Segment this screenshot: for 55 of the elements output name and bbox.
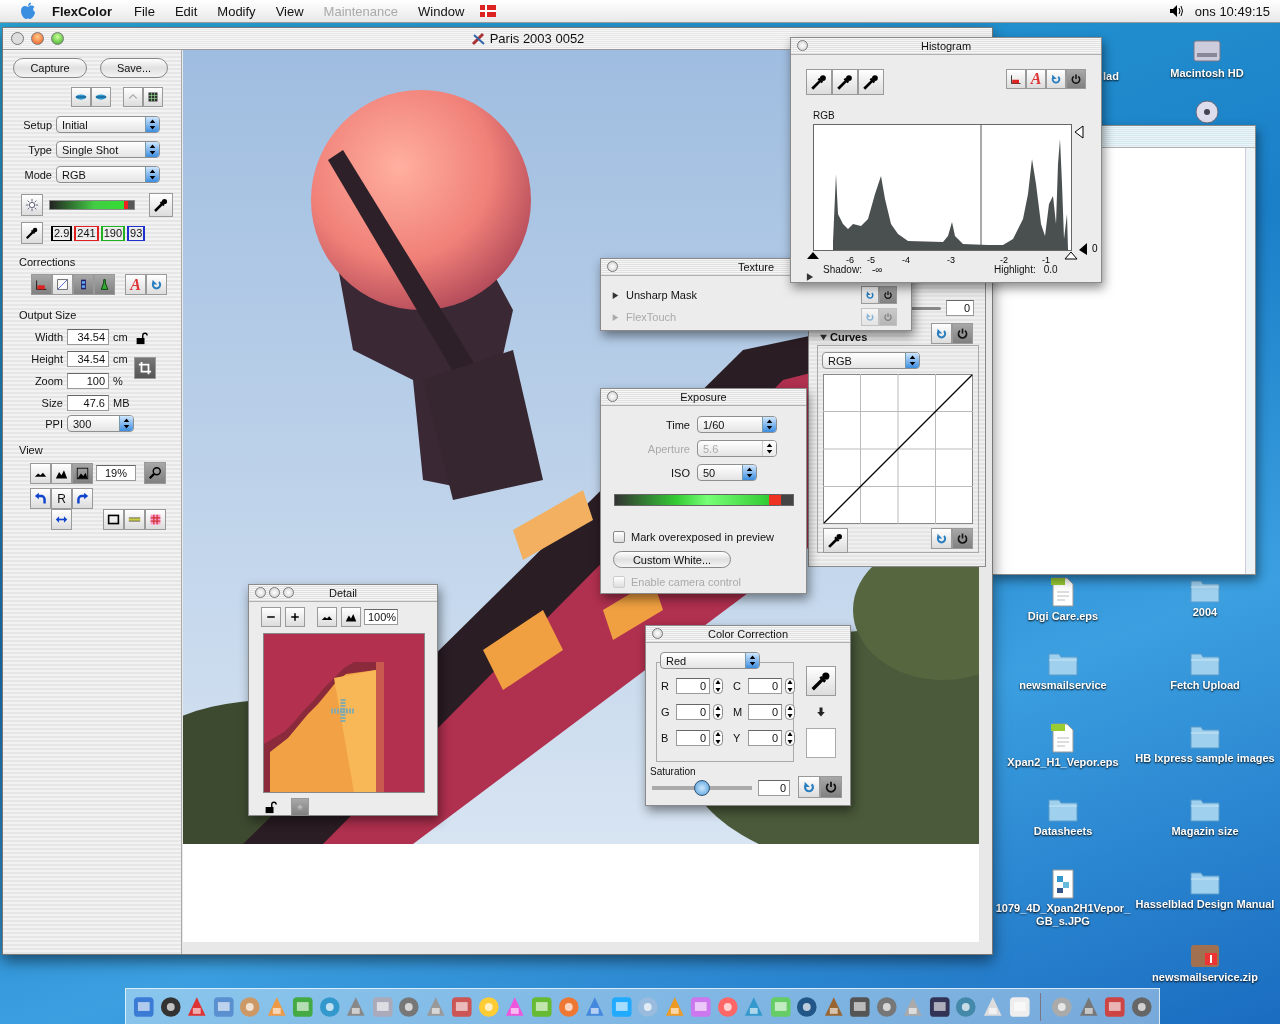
- field-label: Size: [40, 396, 64, 409]
- field-label: Mode: [23, 168, 53, 181]
- reading-value: 241: [74, 225, 99, 241]
- select-field[interactable]: Single Shot: [56, 141, 160, 158]
- field-label: Setup: [22, 118, 53, 131]
- field-label: Type: [27, 143, 53, 156]
- capture-button[interactable]: Capture: [13, 58, 87, 78]
- menu-item[interactable]: File: [123, 3, 165, 19]
- palette-title: Histogram: [920, 40, 972, 52]
- unit-label: %: [113, 374, 123, 387]
- tick-label: -2: [1000, 255, 1008, 265]
- select-field[interactable]: 300: [67, 415, 134, 432]
- zoom-field[interactable]: 19%: [96, 465, 136, 481]
- input-field[interactable]: 100: [67, 372, 109, 389]
- auto-button[interactable]: A: [1026, 69, 1046, 89]
- menu-item[interactable]: Window: [408, 3, 475, 19]
- auto-button[interactable]: A: [125, 274, 146, 295]
- reading-value: 2.9: [51, 225, 73, 241]
- rotate-button[interactable]: R: [51, 488, 72, 509]
- icon-label[interactable]: 1079_4D_Xpan2H1Vepor_GB_s.JPG: [993, 902, 1133, 928]
- input-field[interactable]: 47.6: [67, 394, 109, 411]
- icon-label[interactable]: Datasheets: [993, 825, 1133, 838]
- window-title: Paris 2003 0052: [489, 31, 585, 46]
- menu-item[interactable]: Modify: [207, 3, 266, 19]
- menu-item[interactable]: Edit: [164, 3, 208, 19]
- unit-label: MB: [113, 396, 130, 409]
- menu-item[interactable]: View: [265, 3, 314, 19]
- input-field[interactable]: 34.54: [67, 328, 109, 345]
- icon-label[interactable]: newsmailservice.zip: [1135, 971, 1275, 984]
- section-title: View: [18, 444, 44, 456]
- icon-label[interactable]: Hasselblad Design Manual: [1135, 898, 1275, 911]
- field-label: PPI: [44, 417, 64, 430]
- menu-clock[interactable]: ons 10:49:15: [1194, 3, 1270, 19]
- highlight-label: Highlight:: [994, 264, 1036, 275]
- highlight-value: 0.0: [1043, 264, 1058, 275]
- icon-label[interactable]: lad: [1103, 70, 1119, 83]
- axis-label: 0: [1092, 243, 1098, 254]
- reading-value: 190: [100, 225, 125, 241]
- icon-label[interactable]: HB Ixpress sample images: [1135, 752, 1275, 765]
- field-label: Width: [33, 330, 64, 343]
- field-label: Zoom: [33, 374, 64, 387]
- section-title: Output Size: [18, 309, 78, 321]
- app-menu[interactable]: FlexColor: [36, 3, 124, 19]
- tick-label: -1: [1042, 255, 1050, 265]
- select-field[interactable]: RGB: [56, 166, 160, 183]
- save-button[interactable]: Save...: [100, 58, 168, 78]
- unit-label: cm: [113, 330, 128, 343]
- unit-label: cm: [113, 352, 128, 365]
- icon-label[interactable]: Magazin size: [1135, 825, 1275, 838]
- input-field[interactable]: 34.54: [67, 350, 109, 367]
- section-title: Corrections: [18, 256, 77, 268]
- select-field[interactable]: Initial: [56, 116, 160, 133]
- reading-value: 93: [127, 225, 146, 241]
- icon-label[interactable]: Macintosh HD: [1137, 67, 1277, 80]
- field-label: Height: [30, 352, 64, 365]
